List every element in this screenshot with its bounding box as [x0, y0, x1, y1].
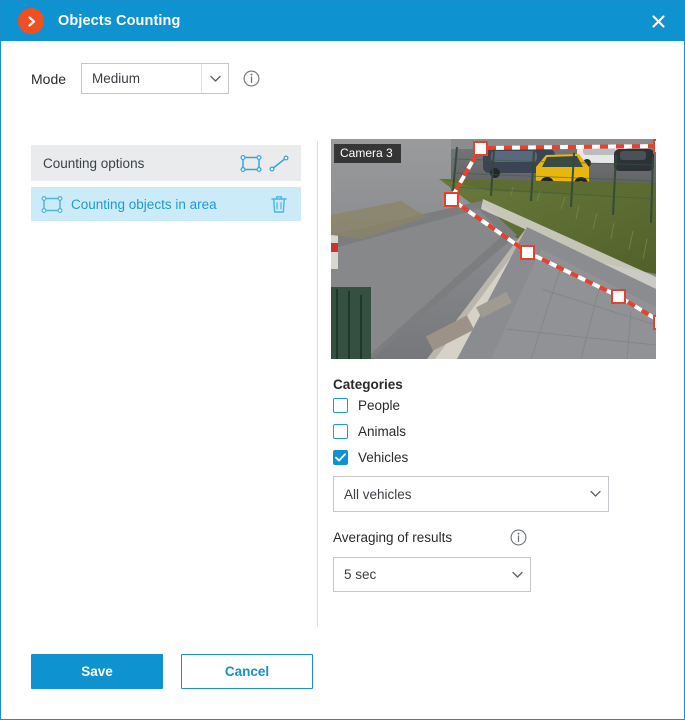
close-icon — [651, 14, 666, 29]
counting-options-header: Counting options — [31, 145, 301, 181]
polygon-handle[interactable] — [653, 139, 656, 154]
category-checkbox-vehicles[interactable]: Vehicles — [333, 450, 408, 465]
averaging-value: 5 sec — [344, 567, 377, 582]
trash-icon[interactable] — [267, 192, 291, 216]
window-title: Objects Counting — [58, 13, 181, 29]
category-checkbox-animals[interactable]: Animals — [333, 424, 406, 439]
save-button[interactable]: Save — [31, 654, 163, 689]
cancel-button[interactable]: Cancel — [181, 654, 313, 689]
dialog-body: Mode Medium Counting options Counting ob… — [1, 41, 684, 719]
polygon-handle[interactable] — [611, 289, 626, 304]
polygon-handle[interactable] — [444, 192, 459, 207]
counting-item-label: Counting objects in area — [71, 196, 217, 212]
draw-line-icon[interactable] — [267, 151, 291, 175]
checkbox-vehicles[interactable] — [333, 450, 348, 465]
averaging-select[interactable]: 5 sec — [333, 557, 531, 592]
title-bar: Objects Counting — [1, 1, 684, 41]
camera-label: Camera 3 — [334, 144, 401, 163]
draw-area-icon[interactable] — [239, 151, 263, 175]
checkbox-people[interactable] — [333, 398, 348, 413]
vehicle-type-select[interactable]: All vehicles — [333, 476, 609, 512]
category-label-animals: Animals — [358, 424, 407, 439]
column-divider — [317, 141, 318, 666]
counting-area-polygon — [448, 144, 656, 322]
averaging-label: Averaging of results — [333, 530, 453, 545]
chevron-down-icon — [504, 571, 530, 579]
polygon-handle[interactable] — [653, 315, 656, 330]
area-icon — [41, 193, 63, 215]
chevron-down-icon — [201, 64, 228, 93]
camera-preview[interactable]: Camera 3 — [331, 139, 656, 359]
polygon-handle[interactable] — [520, 245, 535, 260]
dialog-footer: Save Cancel — [1, 627, 684, 719]
mode-row: Mode Medium — [31, 63, 260, 94]
mode-info-icon[interactable] — [243, 70, 260, 87]
category-label-people: People — [358, 398, 401, 413]
categories-title: Categories — [333, 377, 403, 392]
app-badge — [18, 8, 44, 34]
category-label-vehicles: Vehicles — [358, 450, 409, 465]
checkbox-animals[interactable] — [333, 424, 348, 439]
averaging-info-icon[interactable] — [510, 529, 527, 546]
check-icon — [335, 453, 346, 462]
objects-counting-dialog: Objects Counting Mode Medium Counting op… — [0, 0, 685, 720]
mode-label: Mode — [31, 70, 67, 87]
mode-select[interactable]: Medium — [81, 63, 230, 94]
counting-options-title: Counting options — [43, 155, 145, 171]
chevron-right-icon — [25, 15, 38, 28]
chevron-down-icon — [582, 490, 608, 498]
polygon-handle[interactable] — [473, 141, 488, 156]
category-checkbox-people[interactable]: People — [333, 398, 400, 413]
vehicle-type-value: All vehicles — [344, 486, 412, 502]
counting-item-area[interactable]: Counting objects in area — [31, 187, 301, 221]
close-button[interactable] — [646, 9, 670, 33]
mode-select-value: Medium — [92, 71, 141, 86]
